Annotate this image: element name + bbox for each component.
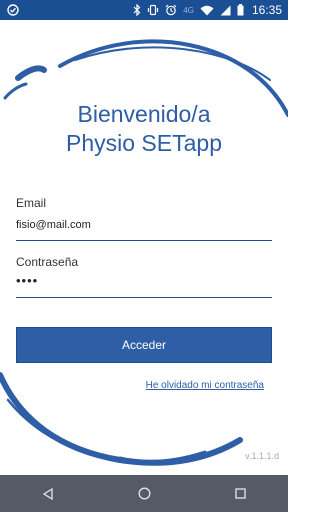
system-nav-bar bbox=[0, 475, 288, 512]
app-version: v.1.1.1.d bbox=[245, 451, 279, 461]
recents-button[interactable] bbox=[220, 475, 260, 512]
vibrate-icon bbox=[147, 4, 159, 16]
network-type-label: 4G bbox=[183, 5, 194, 15]
login-screen: 4G 16:35 Bienvenido/a Physio SETapp Emai… bbox=[0, 0, 288, 512]
notification-icon bbox=[7, 4, 19, 16]
email-label: Email bbox=[16, 196, 47, 210]
back-icon bbox=[42, 487, 53, 500]
welcome-title: Bienvenido/a Physio SETapp bbox=[0, 100, 288, 158]
app-name: Physio SETapp bbox=[66, 130, 222, 156]
status-time: 16:35 bbox=[251, 3, 282, 17]
email-field[interactable]: Email fisio@mail.com bbox=[16, 196, 272, 241]
welcome-line: Bienvenido/a bbox=[77, 101, 211, 127]
password-field[interactable]: Contraseña •••• bbox=[16, 255, 272, 298]
password-input[interactable]: •••• bbox=[16, 273, 272, 288]
forgot-password-link[interactable]: He olvidado mi contraseña bbox=[146, 380, 264, 391]
home-button[interactable] bbox=[124, 475, 164, 512]
recents-icon bbox=[234, 488, 246, 499]
login-button[interactable]: Acceder bbox=[16, 327, 272, 363]
signal-icon bbox=[220, 5, 231, 16]
home-icon bbox=[138, 487, 150, 500]
email-underline bbox=[16, 240, 272, 241]
status-bar: 4G 16:35 bbox=[0, 0, 288, 20]
wifi-icon bbox=[200, 5, 214, 16]
back-button[interactable] bbox=[28, 475, 68, 512]
email-input[interactable]: fisio@mail.com bbox=[16, 219, 272, 231]
bluetooth-icon bbox=[133, 4, 141, 16]
battery-icon bbox=[237, 4, 244, 16]
password-underline bbox=[16, 297, 272, 298]
password-label: Contraseña bbox=[16, 255, 79, 269]
alarm-icon bbox=[165, 4, 177, 16]
brush-ring-decoration bbox=[0, 39, 288, 466]
